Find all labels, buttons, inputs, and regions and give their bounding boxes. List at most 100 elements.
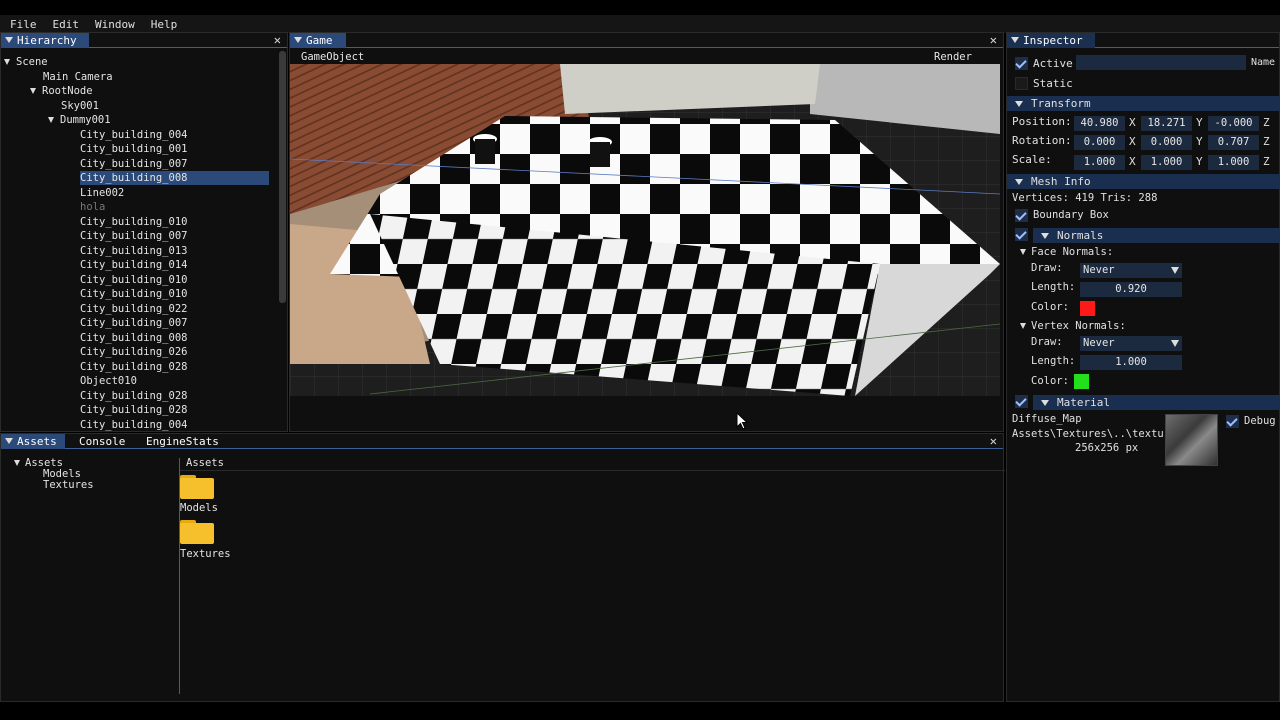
collapse-icon[interactable] bbox=[5, 37, 13, 43]
vertex-length-field[interactable]: 1.000 bbox=[1080, 355, 1182, 370]
position-y-field[interactable]: 18.271 bbox=[1141, 116, 1192, 131]
vertex-color-label: Color: bbox=[1031, 375, 1069, 387]
vertex-normals-arrow-icon[interactable] bbox=[1020, 323, 1026, 329]
assets-tree-arrow-icon[interactable] bbox=[14, 460, 20, 466]
tree-item-label: City_building_010 bbox=[80, 288, 188, 300]
inspector-titlebar: Inspector bbox=[1007, 33, 1279, 48]
boundary-box-label: Boundary Box bbox=[1033, 209, 1109, 221]
tab-hierarchy[interactable]: Hierarchy bbox=[1, 33, 89, 48]
game-viewport[interactable] bbox=[290, 64, 1000, 396]
tree-item[interactable]: City_building_007 bbox=[80, 316, 187, 330]
tree-item[interactable]: City_building_014 bbox=[80, 258, 187, 272]
folder-icon[interactable] bbox=[180, 518, 214, 544]
folder-icon[interactable] bbox=[180, 473, 214, 499]
normals-enabled-checkbox[interactable] bbox=[1015, 228, 1028, 241]
tree-item-label: City_building_007 bbox=[80, 230, 188, 242]
face-length-field[interactable]: 0.920 bbox=[1080, 282, 1182, 297]
close-icon[interactable]: ✕ bbox=[274, 33, 281, 48]
debug-checkbox[interactable] bbox=[1226, 415, 1239, 428]
tree-item[interactable]: Main Camera bbox=[43, 70, 113, 84]
active-checkbox[interactable] bbox=[1015, 57, 1028, 70]
position-x-field[interactable]: 40.980 bbox=[1074, 116, 1125, 131]
menu-file[interactable]: File bbox=[10, 18, 37, 31]
close-icon[interactable]: ✕ bbox=[990, 434, 997, 449]
vertex-draw-dropdown[interactable]: Never bbox=[1080, 336, 1182, 351]
transform-header[interactable]: Transform bbox=[1007, 96, 1280, 111]
tree-item[interactable]: City_building_001 bbox=[80, 142, 187, 156]
folder-models-label[interactable]: Models bbox=[180, 501, 218, 515]
tab-console[interactable]: Console bbox=[69, 434, 125, 449]
tree-item[interactable]: City_building_004 bbox=[80, 128, 187, 142]
tree-item[interactable]: City_building_013 bbox=[80, 244, 187, 258]
tree-item[interactable]: City_building_026 bbox=[80, 345, 187, 359]
menu-help[interactable]: Help bbox=[151, 18, 178, 31]
hierarchy-scrollbar[interactable] bbox=[279, 51, 286, 303]
scale-x-field[interactable]: 1.000 bbox=[1074, 155, 1125, 170]
tree-item[interactable]: Dummy001 bbox=[48, 113, 111, 127]
diffuse-map-label: Diffuse_Map bbox=[1012, 413, 1082, 425]
vertex-color-swatch[interactable] bbox=[1074, 374, 1089, 389]
tab-game[interactable]: Game bbox=[290, 33, 346, 48]
tree-item[interactable]: Line002 bbox=[80, 186, 124, 200]
close-icon[interactable]: ✕ bbox=[990, 33, 997, 48]
face-draw-dropdown[interactable]: Never bbox=[1080, 263, 1182, 278]
tree-item[interactable]: City_building_028 bbox=[80, 360, 187, 374]
vertex-draw-value: Never bbox=[1083, 337, 1115, 349]
tree-item-label: City_building_026 bbox=[80, 346, 188, 358]
tab-enginestats[interactable]: EngineStats bbox=[136, 434, 219, 449]
tree-item[interactable]: City_building_007 bbox=[80, 229, 187, 243]
menu-window[interactable]: Window bbox=[95, 18, 135, 31]
tab-assets[interactable]: Assets bbox=[1, 434, 65, 449]
folder-textures-label[interactable]: Textures bbox=[180, 547, 231, 561]
collapse-icon bbox=[1041, 233, 1049, 239]
tree-item[interactable]: City_building_028 bbox=[80, 403, 187, 417]
tree-item[interactable]: City_building_010 bbox=[80, 215, 187, 229]
collapse-icon[interactable] bbox=[5, 438, 13, 444]
collapse-icon[interactable] bbox=[294, 37, 302, 43]
boundary-box-checkbox[interactable] bbox=[1015, 209, 1028, 222]
tree-item[interactable]: City_building_022 bbox=[80, 302, 187, 316]
material-header[interactable]: Material bbox=[1033, 395, 1280, 410]
assets-panel: Assets Console EngineStats ✕ Assets Mode… bbox=[0, 433, 1005, 702]
scale-y-field[interactable]: 1.000 bbox=[1141, 155, 1192, 170]
tree-item-label: Scene bbox=[16, 56, 48, 68]
tree-item[interactable]: City_building_008 bbox=[80, 331, 187, 345]
rotation-y-field[interactable]: 0.000 bbox=[1141, 135, 1192, 150]
expand-arrow-icon[interactable] bbox=[4, 59, 10, 65]
face-color-swatch[interactable] bbox=[1080, 301, 1095, 316]
expand-arrow-icon[interactable] bbox=[48, 117, 54, 123]
static-checkbox[interactable] bbox=[1015, 77, 1028, 90]
mesh-info-header-label: Mesh Info bbox=[1031, 175, 1091, 188]
material-enabled-checkbox[interactable] bbox=[1015, 395, 1028, 408]
name-input[interactable] bbox=[1076, 55, 1246, 70]
rotation-z-field[interactable]: 0.707 bbox=[1208, 135, 1259, 150]
tree-item[interactable]: Scene bbox=[4, 55, 48, 69]
static-label: Static bbox=[1033, 77, 1073, 90]
assets-tree-textures[interactable]: Textures bbox=[43, 478, 94, 492]
render-menu[interactable]: Render bbox=[934, 51, 972, 63]
gameobject-menu[interactable]: GameObject bbox=[301, 51, 364, 63]
tree-item[interactable]: City_building_028 bbox=[80, 389, 187, 403]
normals-header[interactable]: Normals bbox=[1033, 228, 1280, 243]
scale-z-field[interactable]: 1.000 bbox=[1208, 155, 1259, 170]
tree-item[interactable]: hola bbox=[80, 200, 105, 214]
tree-item[interactable]: RootNode bbox=[30, 84, 93, 98]
tree-item[interactable]: City_building_010 bbox=[80, 287, 187, 301]
tree-item[interactable]: City_building_007 bbox=[80, 157, 187, 171]
tree-item-label: Dummy001 bbox=[60, 114, 111, 126]
texture-thumbnail[interactable] bbox=[1165, 414, 1218, 466]
expand-arrow-icon[interactable] bbox=[30, 88, 36, 94]
face-normals-arrow-icon[interactable] bbox=[1020, 249, 1026, 255]
tree-item[interactable]: City_building_004 bbox=[80, 418, 187, 432]
tab-inspector[interactable]: Inspector bbox=[1007, 33, 1095, 48]
tree-item[interactable]: Sky001 bbox=[61, 99, 99, 113]
position-z-field[interactable]: -0.000 bbox=[1208, 116, 1259, 131]
rotation-x-field[interactable]: 0.000 bbox=[1074, 135, 1125, 150]
transform-header-label: Transform bbox=[1031, 97, 1091, 110]
tree-item[interactable]: Object010 bbox=[80, 374, 137, 388]
menu-edit[interactable]: Edit bbox=[53, 18, 80, 31]
tree-item[interactable]: City_building_010 bbox=[80, 273, 187, 287]
tree-item[interactable]: City_building_008 bbox=[80, 171, 269, 185]
mesh-info-header[interactable]: Mesh Info bbox=[1007, 174, 1280, 189]
collapse-icon[interactable] bbox=[1011, 37, 1019, 43]
